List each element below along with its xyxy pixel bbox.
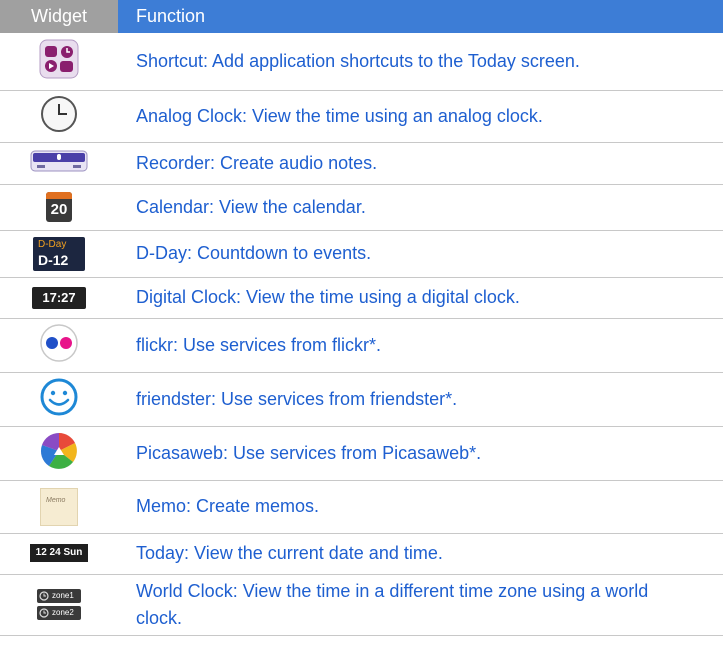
today-icon: 12 24 Sun [30,544,88,563]
table-row: zone1 zone2 World Clock: View the time i… [0,574,723,636]
calendar-icon-day: 20 [50,201,68,218]
memo-icon: Memo [40,487,78,526]
widget-icon-cell: D-Day D-12 [0,230,118,278]
widget-icon-cell [0,142,118,185]
picasaweb-icon [39,431,79,476]
function-text: Today: View the current date and time. [118,533,723,575]
table-row: flickr: Use services from flickr*. [0,318,723,373]
table-row: Shortcut: Add application shortcuts to t… [0,33,723,91]
function-text: Recorder: Create audio notes. [118,142,723,185]
world-clock-zone2-label: zone2 [52,608,74,617]
d-day-icon-label: D-Day [38,238,67,250]
function-text: Shortcut: Add application shortcuts to t… [118,33,723,91]
friendster-icon [39,377,79,422]
widget-icon-cell: 20 [0,184,118,231]
widget-icon-cell [0,426,118,481]
table-row: Picasaweb: Use services from Picasaweb*. [0,426,723,481]
function-text: D-Day: Countdown to events. [118,230,723,278]
function-text: Analog Clock: View the time using an ana… [118,90,723,143]
table-row: Memo Memo: Create memos. [0,480,723,534]
table-row: 20 Calendar: View the calendar. [0,184,723,231]
widget-icon-cell: 12 24 Sun [0,533,118,575]
table-row: 17:27 Digital Clock: View the time using… [0,277,723,319]
table-row: Recorder: Create audio notes. [0,142,723,185]
table-header-row: Widget Function [0,0,723,33]
world-clock-icon: zone1 zone2 [37,589,81,620]
widget-icon-cell [0,318,118,373]
function-text: flickr: Use services from flickr*. [118,318,723,373]
widget-column-header: Widget [0,0,118,33]
d-day-icon-count: D-12 [38,251,69,268]
function-text: Memo: Create memos. [118,480,723,534]
widget-icon-cell [0,90,118,143]
digital-clock-icon: 17:27 [32,286,86,309]
world-clock-zone1-label: zone1 [52,591,74,600]
flickr-icon [39,323,79,368]
widget-icon-cell: 17:27 [0,277,118,319]
memo-icon-text: Memo [46,496,66,504]
widget-icon-cell: zone1 zone2 [0,574,118,636]
function-text: Calendar: View the calendar. [118,184,723,231]
analog-clock-icon [40,95,78,138]
shortcut-icon [39,39,79,84]
table-row: Analog Clock: View the time using an ana… [0,90,723,143]
function-text: Picasaweb: Use services from Picasaweb*. [118,426,723,481]
table-row: D-Day D-12 D-Day: Countdown to events. [0,230,723,278]
table-row: friendster: Use services from friendster… [0,372,723,427]
function-text: Digital Clock: View the time using a dig… [118,277,723,319]
widget-icon-cell [0,33,118,91]
widget-table: Widget Function Shortcut: Add applicatio… [0,0,723,636]
function-column-header: Function [118,0,723,33]
recorder-icon [30,150,88,177]
d-day-icon: D-Day D-12 [33,236,85,271]
widget-icon-cell: Memo [0,480,118,534]
table-row: 12 24 Sun Today: View the current date a… [0,533,723,575]
calendar-icon: 20 [46,192,72,222]
widget-icon-cell [0,372,118,427]
function-text: World Clock: View the time in a differen… [118,574,723,636]
function-text: friendster: Use services from friendster… [118,372,723,427]
